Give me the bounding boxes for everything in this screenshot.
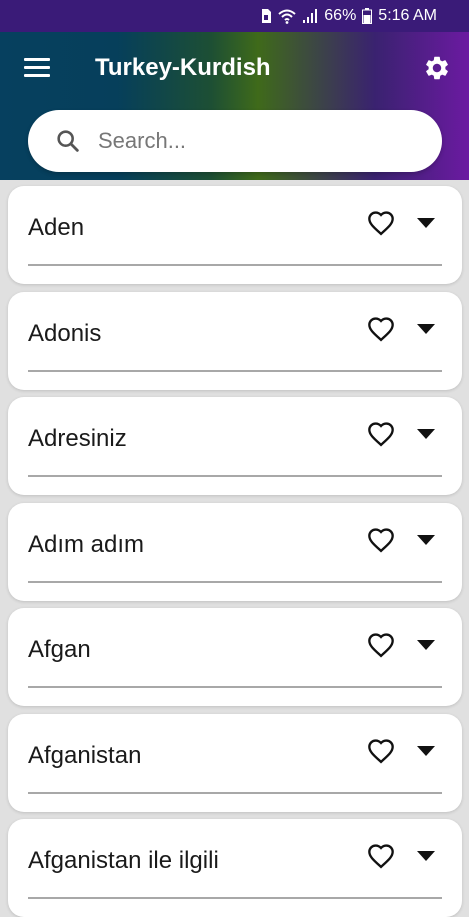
heart-icon[interactable] <box>367 632 395 660</box>
wifi-icon <box>278 8 296 24</box>
word-label: Aden <box>28 214 85 241</box>
word-label: Adonis <box>28 319 102 347</box>
heart-icon[interactable] <box>367 527 395 555</box>
chevron-down-icon[interactable] <box>416 427 436 441</box>
list-item[interactable]: Adonis <box>8 291 462 390</box>
battery-icon <box>362 8 373 24</box>
chevron-down-icon[interactable] <box>416 744 436 758</box>
page-title: Turkey-Kurdish <box>95 54 271 81</box>
chevron-down-icon[interactable] <box>416 322 436 336</box>
chevron-down-icon[interactable] <box>416 638 436 652</box>
status-icons: 66% 5:16 AM <box>260 6 437 26</box>
hamburger-menu-icon[interactable] <box>24 56 50 78</box>
list-item[interactable]: Adresiniz <box>8 397 462 495</box>
list-item[interactable]: Aden <box>8 186 462 284</box>
word-label: Adım adım <box>28 530 145 558</box>
heart-icon[interactable] <box>367 738 395 766</box>
chevron-down-icon[interactable] <box>416 849 436 863</box>
search-bar[interactable] <box>28 110 442 172</box>
chevron-down-icon[interactable] <box>416 533 436 547</box>
divider <box>28 897 442 899</box>
heart-icon[interactable] <box>367 210 395 238</box>
battery-percent: 66% <box>324 7 357 24</box>
word-label: Afgan <box>28 636 91 663</box>
divider <box>28 686 442 688</box>
list-item[interactable]: Afganistan <box>8 713 462 812</box>
signal-icon <box>302 8 318 24</box>
chevron-down-icon[interactable] <box>416 216 436 230</box>
word-label: Afganistan <box>28 741 142 769</box>
divider <box>28 475 442 477</box>
search-input[interactable] <box>98 120 418 162</box>
heart-icon[interactable] <box>367 843 395 871</box>
list-item[interactable]: Afganistan ile ilgili <box>8 819 462 917</box>
heart-icon[interactable] <box>367 316 395 344</box>
divider <box>28 369 442 372</box>
gear-icon[interactable] <box>423 54 451 82</box>
app-header: Turkey-Kurdish <box>0 32 469 180</box>
heart-icon[interactable] <box>367 421 395 449</box>
word-label: Afganistan ile ilgili <box>28 847 219 874</box>
list-item[interactable]: Adım adım <box>8 502 462 601</box>
list-item[interactable]: Afgan <box>8 608 462 706</box>
word-label: Adresiniz <box>28 425 127 452</box>
divider <box>28 580 442 583</box>
status-bar: 66% 5:16 AM <box>0 0 469 32</box>
divider <box>28 791 442 794</box>
clock: 5:16 AM <box>378 7 437 24</box>
sim-icon <box>260 8 272 24</box>
search-icon <box>54 127 82 155</box>
divider <box>28 264 442 266</box>
